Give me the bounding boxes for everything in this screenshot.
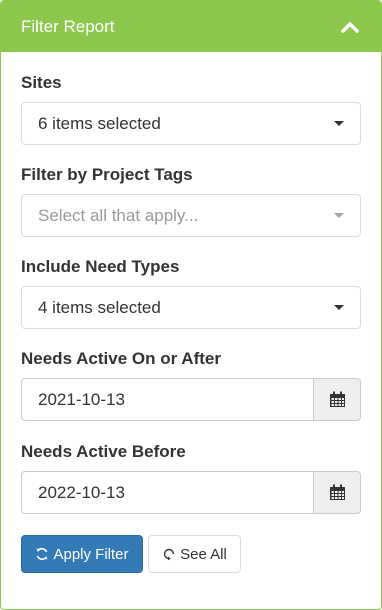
sites-group: Sites 6 items selected — [21, 72, 361, 145]
calendar-icon[interactable] — [313, 471, 361, 514]
caret-down-icon — [334, 305, 344, 310]
sites-select[interactable]: 6 items selected — [21, 102, 361, 145]
refresh-icon — [36, 548, 48, 560]
project-tags-group: Filter by Project Tags Select all that a… — [21, 164, 361, 237]
see-all-button[interactable]: See All — [148, 535, 241, 573]
calendar-icon[interactable] — [313, 378, 361, 421]
panel-header: Filter Report — [1, 1, 381, 52]
project-tags-placeholder: Select all that apply... — [38, 205, 199, 225]
need-types-select[interactable]: 4 items selected — [21, 286, 361, 329]
active-after-label: Needs Active On or After — [21, 349, 221, 368]
active-before-date-picker — [21, 471, 361, 514]
active-before-label: Needs Active Before — [21, 442, 186, 461]
refresh-icon — [163, 548, 175, 561]
caret-down-icon — [334, 213, 344, 218]
need-types-select-value: 4 items selected — [38, 297, 161, 317]
active-before-input[interactable] — [21, 471, 313, 514]
need-types-label: Include Need Types — [21, 257, 180, 276]
filter-report-panel: Filter Report Sites 6 items selected Fil… — [0, 0, 382, 610]
caret-down-icon — [334, 121, 344, 126]
filter-actions: Apply Filter See All — [21, 535, 361, 573]
sites-label: Sites — [21, 73, 62, 92]
see-all-label: See All — [180, 545, 227, 563]
sites-select-value: 6 items selected — [38, 113, 161, 133]
active-before-group: Needs Active Before — [21, 441, 361, 514]
panel-title: Filter Report — [21, 16, 115, 36]
chevron-up-icon[interactable] — [339, 16, 361, 38]
project-tags-label: Filter by Project Tags — [21, 165, 193, 184]
apply-filter-label: Apply Filter — [53, 545, 129, 563]
active-after-group: Needs Active On or After — [21, 348, 361, 421]
active-after-input[interactable] — [21, 378, 313, 421]
active-after-date-picker — [21, 378, 361, 421]
project-tags-select[interactable]: Select all that apply... — [21, 194, 361, 237]
panel-body: Sites 6 items selected Filter by Project… — [1, 52, 381, 573]
apply-filter-button[interactable]: Apply Filter — [21, 535, 143, 573]
need-types-group: Include Need Types 4 items selected — [21, 256, 361, 329]
